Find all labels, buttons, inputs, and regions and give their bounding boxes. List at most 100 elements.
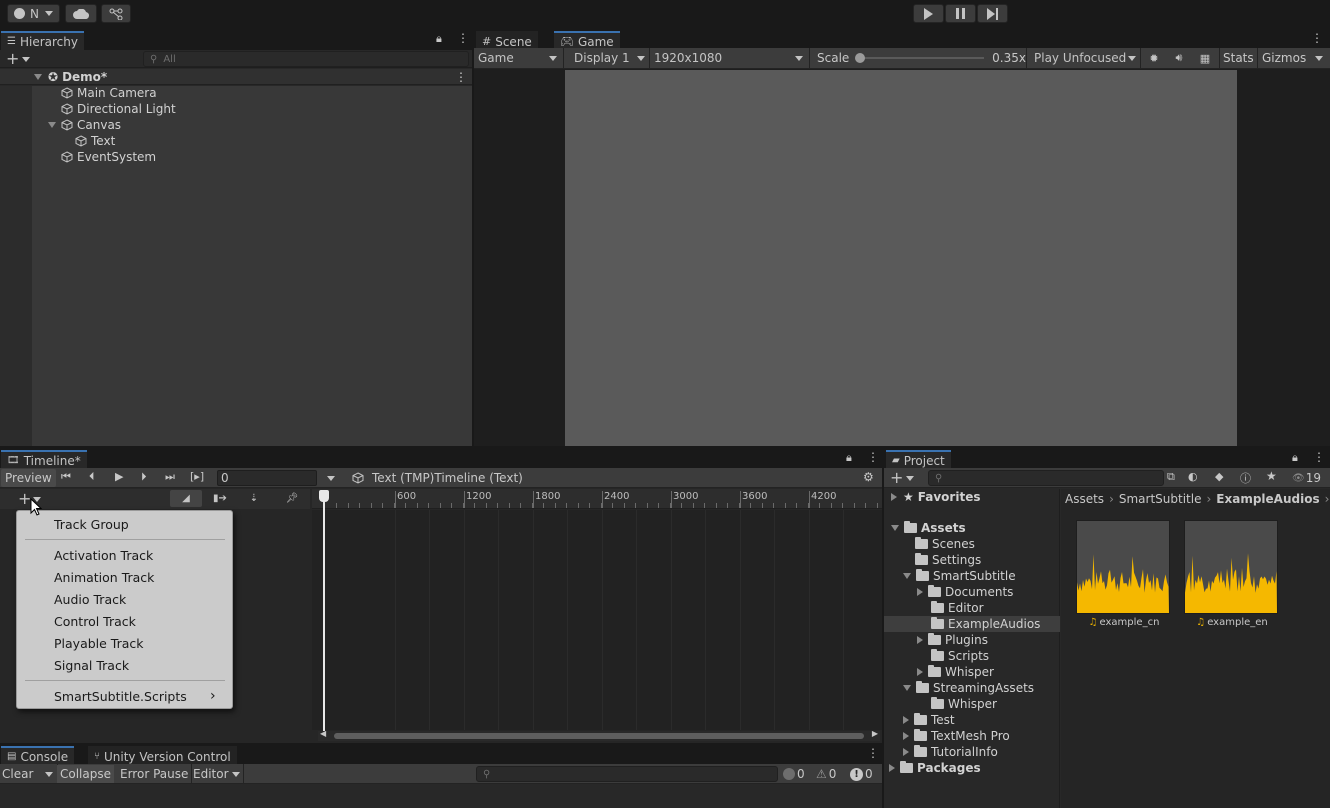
game-view-dropdown[interactable]: Game [474, 48, 564, 68]
cloud-button[interactable] [65, 4, 97, 23]
list-item[interactable]: Directional Light [0, 101, 472, 117]
tab-console[interactable]: ▤ Console [1, 746, 75, 765]
frame-input[interactable]: 0 [217, 470, 317, 486]
more-icon[interactable]: ⋮ [867, 450, 879, 464]
go-to-start-icon[interactable]: ⏮︎ [61, 470, 71, 484]
expand-icon[interactable] [48, 122, 56, 128]
timeline-clips-area[interactable] [312, 510, 882, 730]
timeline-scrollbar[interactable]: ◀ ▶ [318, 729, 880, 741]
menu-item-track-group[interactable]: Track Group [17, 513, 233, 535]
scroll-right-icon[interactable]: ▶ [872, 729, 878, 738]
play-mode-dropdown[interactable]: Play Unfocused [1030, 48, 1141, 68]
tree-item[interactable]: Documents [884, 584, 1060, 600]
tree-item[interactable]: StreamingAssets [884, 680, 1060, 696]
tree-item[interactable]: Scripts [884, 648, 1060, 664]
step-button[interactable] [977, 4, 1008, 23]
gear-icon[interactable]: ⚙︎ [863, 470, 874, 484]
tree-item[interactable]: Test [884, 712, 1060, 728]
create-button[interactable]: + [6, 50, 31, 68]
menu-item-signal-track[interactable]: Signal Track [17, 654, 233, 676]
tree-item[interactable]: TextMesh Pro [884, 728, 1060, 744]
snap-button[interactable]: ⇣ [240, 490, 268, 507]
tree-item[interactable]: Editor [884, 600, 1060, 616]
tree-item[interactable]: Packages [884, 760, 1060, 776]
list-item[interactable]: EventSystem [0, 149, 472, 165]
collapse-icon[interactable] [891, 525, 899, 531]
play-range-icon[interactable]: [▸] [190, 470, 204, 483]
tree-item[interactable]: SmartSubtitle [884, 568, 1060, 584]
tab-timeline[interactable]: 🎞︎ Timeline* [1, 450, 87, 469]
menu-item-animation-track[interactable]: Animation Track [17, 566, 233, 588]
breadcrumb-item[interactable]: Assets [1065, 492, 1104, 506]
ripple-button[interactable]: ▮➔ [206, 490, 234, 507]
timeline-breadcrumb[interactable]: Text (TMP)Timeline (Text) [352, 468, 523, 488]
error-pause-toggle[interactable]: Error Pause [117, 764, 193, 784]
project-breadcrumb[interactable]: Assets › SmartSubtitle › ExampleAudios › [1065, 490, 1329, 508]
display-dropdown[interactable]: Display 1 [570, 48, 650, 68]
menu-item-smartsubtitle-scripts[interactable]: SmartSubtitle.Scripts › [17, 685, 233, 707]
pin-button[interactable]: 📌︎ [280, 490, 304, 507]
audio-asset-tile[interactable]: ♫ example_cn [1076, 520, 1172, 632]
tab-hierarchy[interactable]: ☰ Hierarchy [1, 31, 84, 50]
pause-button[interactable] [945, 4, 976, 23]
star-icon[interactable]: ★ [1266, 469, 1277, 483]
bug-button[interactable]: ✹ [1143, 48, 1165, 68]
breadcrumb-item[interactable]: SmartSubtitle [1119, 492, 1202, 506]
tag-icon[interactable]: ◆ [1215, 470, 1223, 483]
tree-item-favorites[interactable]: ★ Favorites [884, 489, 1060, 505]
tab-project[interactable]: ▰ Project [886, 450, 951, 469]
expand-icon[interactable] [903, 748, 909, 756]
audio-asset-tile[interactable]: ♫ example_en [1184, 520, 1280, 632]
search-by-type-icon[interactable]: ⧉ [1167, 470, 1175, 484]
lock-icon[interactable]: 🔒︎ [846, 451, 852, 465]
scroll-left-icon[interactable]: ◀ [320, 729, 326, 738]
playhead-handle[interactable] [319, 490, 329, 502]
list-item[interactable]: Main Camera [0, 85, 472, 101]
more-icon[interactable]: ⋮ [457, 31, 469, 45]
collapse-icon[interactable] [903, 685, 911, 691]
tree-item[interactable]: Plugins [884, 632, 1060, 648]
game-view-canvas[interactable] [565, 70, 1237, 446]
warning-filter-icon[interactable]: ⓘ [1240, 470, 1251, 486]
hidden-packages-toggle[interactable]: 👁︎ 19 [1292, 469, 1321, 487]
stats-button[interactable]: Stats [1219, 48, 1258, 68]
hierarchy-search-input[interactable]: ⚲ All [143, 51, 469, 67]
resolution-dropdown[interactable]: 1920x1080 [650, 48, 810, 68]
console-search-input[interactable]: ⚲ [476, 766, 778, 782]
more-icon[interactable]: ⋮ [1313, 450, 1325, 464]
audio-button[interactable]: 🔊︎ [1168, 48, 1190, 68]
collab-button[interactable] [101, 4, 131, 23]
expand-icon[interactable] [917, 668, 923, 676]
expand-icon[interactable] [917, 636, 923, 644]
tree-item[interactable]: Whisper [884, 696, 1060, 712]
project-search-input[interactable]: ⚲ [928, 470, 1164, 486]
breadcrumb-item[interactable]: ExampleAudios [1216, 492, 1319, 506]
expand-icon[interactable] [903, 732, 909, 740]
previous-frame-icon[interactable]: ⏴︎ [89, 470, 95, 484]
info-filter-toggle[interactable]: 0 [783, 764, 805, 784]
clear-dropdown[interactable]: Clear [2, 764, 59, 784]
error-filter-toggle[interactable]: ! 0 [850, 764, 873, 784]
list-item[interactable]: Text [0, 133, 472, 149]
tree-item[interactable]: Assets [884, 520, 1060, 536]
scene-row[interactable]: ✪ Demo* ⋮ [0, 69, 472, 85]
next-frame-icon[interactable]: ⏵︎ [141, 470, 147, 484]
chevron-down-icon[interactable] [327, 476, 335, 481]
lock-icon[interactable]: 🔒︎ [1292, 451, 1298, 465]
expand-icon[interactable] [889, 764, 895, 772]
grid-button[interactable]: ▦ [1193, 48, 1217, 68]
expand-icon[interactable] [903, 716, 909, 724]
collapse-icon[interactable] [903, 573, 911, 579]
scale-slider-handle[interactable] [855, 53, 866, 63]
collapse-toggle[interactable]: Collapse [57, 765, 114, 783]
tree-item[interactable]: Settings [884, 552, 1060, 568]
lock-icon[interactable]: 🔒︎ [436, 32, 442, 46]
project-create-button[interactable]: + [890, 469, 915, 487]
more-icon[interactable]: ⋮ [455, 70, 467, 84]
tree-item[interactable]: TutorialInfo [884, 744, 1060, 760]
play-button[interactable] [913, 4, 944, 23]
play-icon[interactable]: ▶︎ [115, 470, 123, 483]
tree-item[interactable]: Whisper [884, 664, 1060, 680]
expand-icon[interactable] [917, 588, 923, 596]
list-item[interactable]: Canvas [0, 117, 472, 133]
